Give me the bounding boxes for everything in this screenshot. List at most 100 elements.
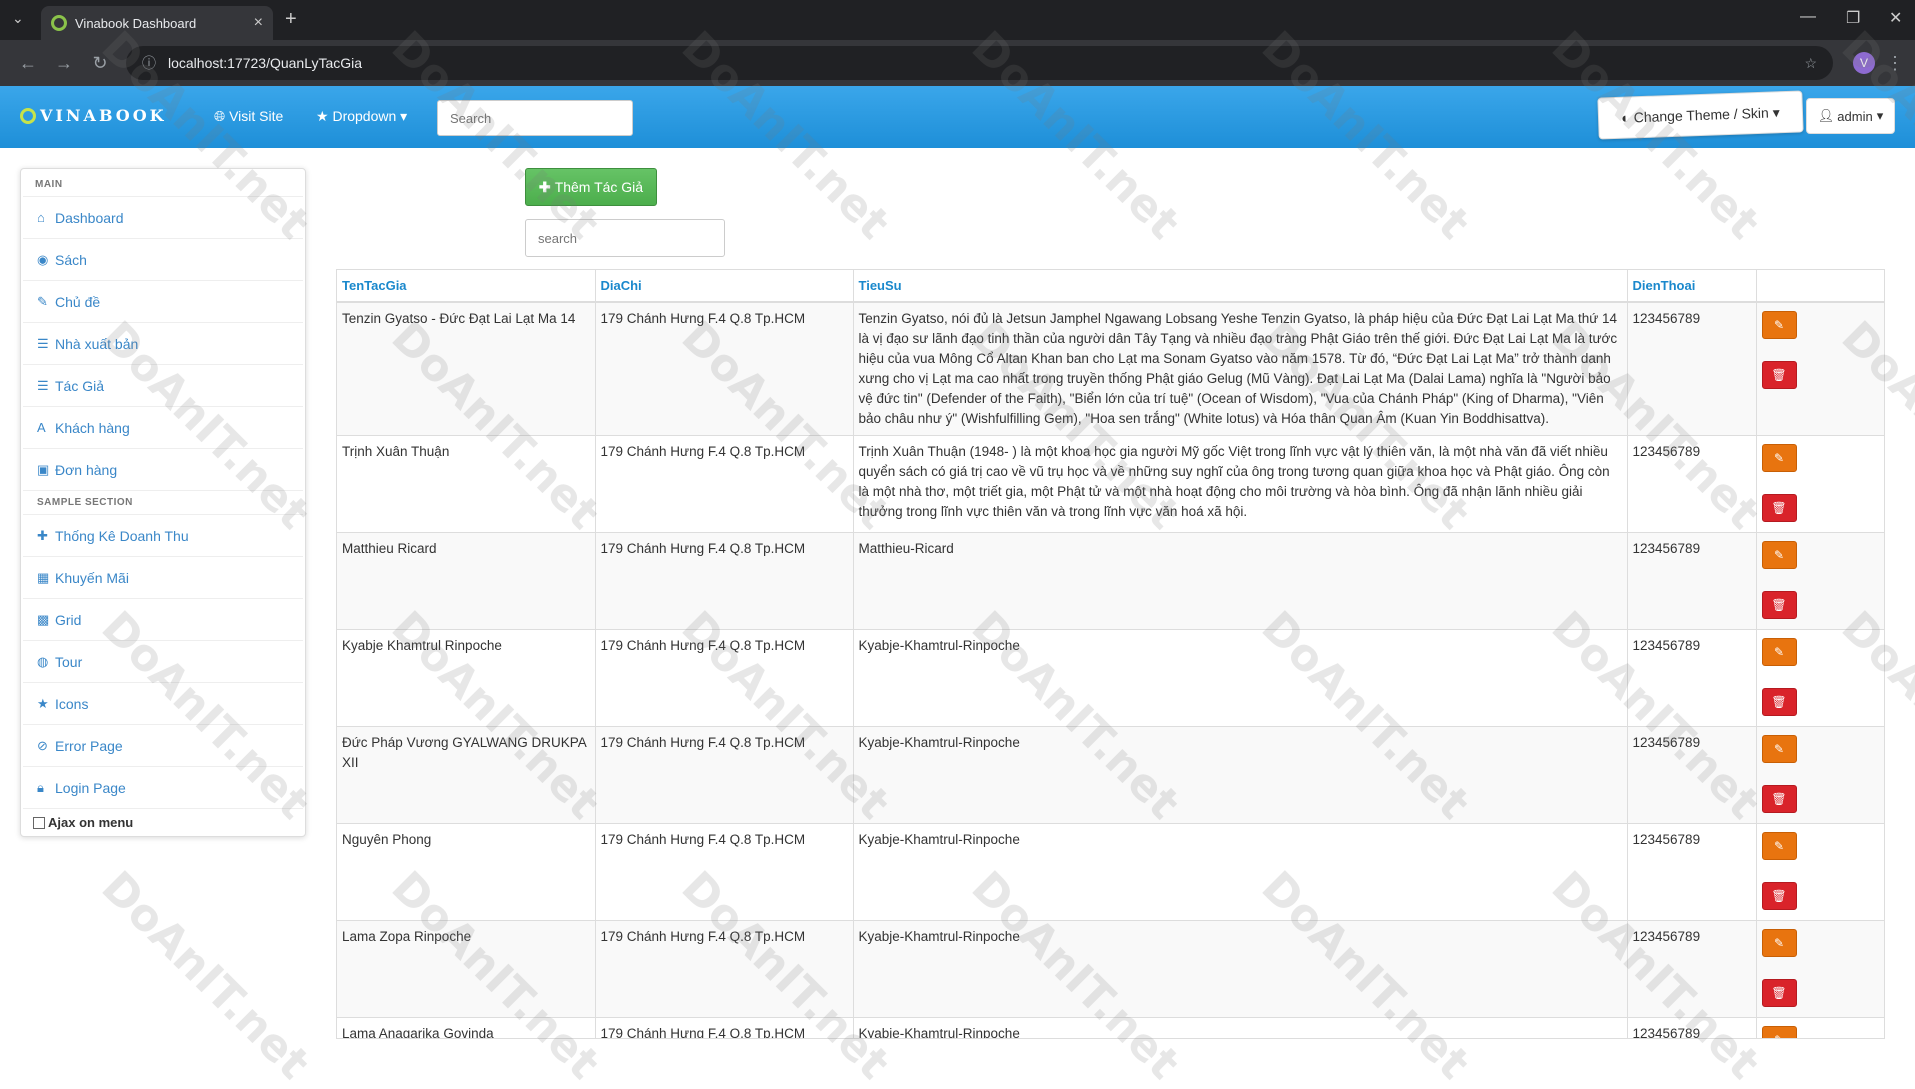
sidebar-item-khách-hàng[interactable]: A Khách hàng — [23, 406, 303, 448]
edit-icon: ✎ — [1773, 936, 1785, 950]
cell-bio: Matthieu-Ricard — [853, 532, 1628, 630]
sidebar-item-label: Dashboard — [55, 209, 124, 226]
new-tab-icon[interactable]: + — [285, 8, 297, 31]
admin-label: admin — [1837, 108, 1873, 124]
brand-logo[interactable]: VINABOOK — [20, 106, 167, 125]
delete-button[interactable]: 🗑︎ — [1761, 361, 1797, 389]
delete-button[interactable]: 🗑︎ — [1761, 494, 1797, 522]
delete-button[interactable]: 🗑︎ — [1761, 591, 1797, 619]
sidebar-item-tác-giả[interactable]: ☰ Tác Giả — [23, 364, 303, 406]
bookmark-star-icon[interactable]: ☆ — [1804, 55, 1817, 72]
tab-title: Vinabook Dashboard — [75, 15, 197, 31]
visit-site-link[interactable]: 🌐︎ Visit Site — [214, 108, 283, 125]
table-header-row: TenTacGia DiaChi TieuSu DienThoai — [337, 270, 1884, 303]
cell-actions: ✎ 🗑︎ — [1756, 435, 1884, 533]
tab-list-icon[interactable]: ⌄ — [12, 10, 24, 27]
add-author-button[interactable]: ✚ Thêm Tác Giả — [525, 168, 657, 206]
sidebar-item-thống-kê-doanh-thu[interactable]: ✚ Thống Kê Doanh Thu — [23, 514, 303, 556]
sidebar-item-tour[interactable]: ◍ Tour — [23, 640, 303, 682]
edit-button[interactable]: ✎ — [1761, 444, 1797, 472]
edit-button[interactable]: ✎ — [1761, 832, 1797, 860]
column-header-diachi[interactable]: DiaChi — [595, 270, 854, 303]
minimize-icon[interactable]: — — [1800, 8, 1816, 26]
sidebar-item-label: Thống Kê Doanh Thu — [55, 527, 189, 544]
edit-icon: ✎ — [1773, 742, 1785, 756]
sidebar-item-label: Sách — [55, 251, 87, 268]
edit-button[interactable]: ✎ — [1761, 735, 1797, 763]
sidebar-item-icons[interactable]: ★ Icons — [23, 682, 303, 724]
edit-icon: ✎ — [1773, 839, 1785, 853]
sidebar: MAIN ⌂ Dashboard ◉ Sách ✎ Chủ đề ☰ Nhà xuất bản… — [20, 168, 306, 837]
reload-icon[interactable]: ↻ — [82, 53, 118, 74]
delete-button[interactable]: 🗑︎ — [1761, 882, 1797, 910]
table-row: Tenzin Gyatso - Đức Đạt Lai Lạt Ma 14 179… — [337, 301, 1884, 436]
edit-button[interactable]: ✎ — [1761, 541, 1797, 569]
browser-tab-bar: ⌄ Vinabook Dashboard × + — ❐ ✕ — [0, 0, 1915, 40]
list-icon: ☰ — [37, 335, 49, 351]
cell-actions: ✎ 🗑︎ — [1756, 629, 1884, 727]
delete-button[interactable]: 🗑︎ — [1761, 979, 1797, 1007]
sidebar-item-login-page[interactable]: 🔒︎ Login Page — [23, 766, 303, 808]
cell-address: 179 Chánh Hưng F.4 Q.8 Tp.HCM — [595, 920, 854, 1018]
column-header-tentacgia[interactable]: TenTacGia — [337, 270, 596, 303]
sidebar-item-đơn-hàng[interactable]: ▣ Đơn hàng — [23, 448, 303, 490]
forward-icon[interactable]: → — [46, 53, 82, 74]
browser-menu-icon[interactable]: ⋮ — [1885, 53, 1905, 74]
ajax-menu-toggle[interactable]: Ajax on menu — [23, 808, 303, 830]
edit-button[interactable]: ✎ — [1761, 929, 1797, 957]
trash-icon: 🗑︎ — [1771, 986, 1787, 1000]
cell-phone: 123456789 — [1627, 823, 1757, 921]
sidebar-item-label: Tác Giả — [55, 377, 105, 394]
authors-table: TenTacGia DiaChi TieuSu DienThoai Tenzin… — [337, 270, 1884, 1038]
star-icon: ★ — [316, 108, 329, 124]
navbar-search-input[interactable] — [437, 100, 633, 136]
edit-button[interactable]: ✎ — [1761, 1026, 1797, 1038]
table-row: Matthieu Ricard 179 Chánh Hưng F.4 Q.8 Tp… — [337, 532, 1884, 630]
edit-icon: ✎ — [1773, 645, 1785, 659]
browser-tab[interactable]: Vinabook Dashboard × — [41, 6, 273, 40]
restore-icon[interactable]: ❐ — [1846, 8, 1860, 28]
sidebar-item-label: Khách hàng — [55, 419, 130, 436]
site-info-icon[interactable]: ⓘ — [142, 53, 156, 73]
sidebar-item-error-page[interactable]: ⊘ Error Page — [23, 724, 303, 766]
cell-address: 179 Chánh Hưng F.4 Q.8 Tp.HCM — [595, 726, 854, 824]
edit-button[interactable]: ✎ — [1761, 638, 1797, 666]
cell-actions: ✎ 🗑︎ — [1756, 726, 1884, 824]
dropdown-menu[interactable]: ★ Dropdown ▾ — [316, 108, 407, 125]
cell-name: Matthieu Ricard — [337, 532, 596, 630]
admin-menu-button[interactable]: 👤︎ admin ▾ — [1806, 98, 1895, 134]
delete-button[interactable]: 🗑︎ — [1761, 688, 1797, 716]
sidebar-item-chủ-đề[interactable]: ✎ Chủ đề — [23, 280, 303, 322]
sidebar-item-sách[interactable]: ◉ Sách — [23, 238, 303, 280]
window-close-icon[interactable]: ✕ — [1889, 8, 1902, 28]
back-icon[interactable]: ← — [10, 53, 46, 74]
cell-actions: ✎ 🗑︎ — [1756, 301, 1884, 436]
trash-icon: 🗑︎ — [1771, 695, 1787, 709]
delete-button[interactable]: 🗑︎ — [1761, 785, 1797, 813]
column-header-dienthoai[interactable]: DienThoai — [1627, 270, 1757, 303]
sidebar-item-dashboard[interactable]: ⌂ Dashboard — [23, 196, 303, 238]
cell-phone: 123456789 — [1627, 726, 1757, 824]
sidebar-item-nhà-xuất-bản[interactable]: ☰ Nhà xuất bản — [23, 322, 303, 364]
brand-text: VINABOOK — [40, 106, 167, 125]
plus-icon: ✚ — [538, 178, 551, 195]
cell-actions: ✎ 🗑︎ — [1756, 920, 1884, 1018]
profile-avatar[interactable]: V — [1853, 52, 1875, 74]
column-header-actions — [1756, 270, 1884, 303]
change-theme-label: Change Theme / Skin — [1633, 104, 1770, 126]
ajax-checkbox[interactable] — [33, 816, 45, 829]
sidebar-item-khuyến-mãi[interactable]: ▦ Khuyến Mãi — [23, 556, 303, 598]
cell-name: Đức Pháp Vương GYALWANG DRUKPA XII — [337, 726, 596, 824]
sidebar-item-label: Khuyến Mãi — [55, 569, 129, 586]
edit-icon: ✎ — [1773, 451, 1785, 465]
edit-button[interactable]: ✎ — [1761, 311, 1797, 339]
change-theme-button[interactable]: ◐ Change Theme / Skin ▾ — [1597, 90, 1804, 140]
url-field[interactable]: ⓘ localhost:17723/QuanLyTacGia ☆ — [126, 46, 1833, 80]
cell-bio: Kyabje-Khamtrul-Rinpoche — [853, 823, 1628, 921]
sidebar-item-label: Grid — [55, 611, 82, 628]
sidebar-item-grid[interactable]: ▩ Grid — [23, 598, 303, 640]
close-tab-icon[interactable]: × — [254, 14, 263, 32]
column-header-tieusu[interactable]: TieuSu — [853, 270, 1628, 303]
address-bar: ← → ↻ ⓘ localhost:17723/QuanLyTacGia ☆ V… — [0, 40, 1915, 86]
author-search-input[interactable] — [525, 219, 725, 257]
